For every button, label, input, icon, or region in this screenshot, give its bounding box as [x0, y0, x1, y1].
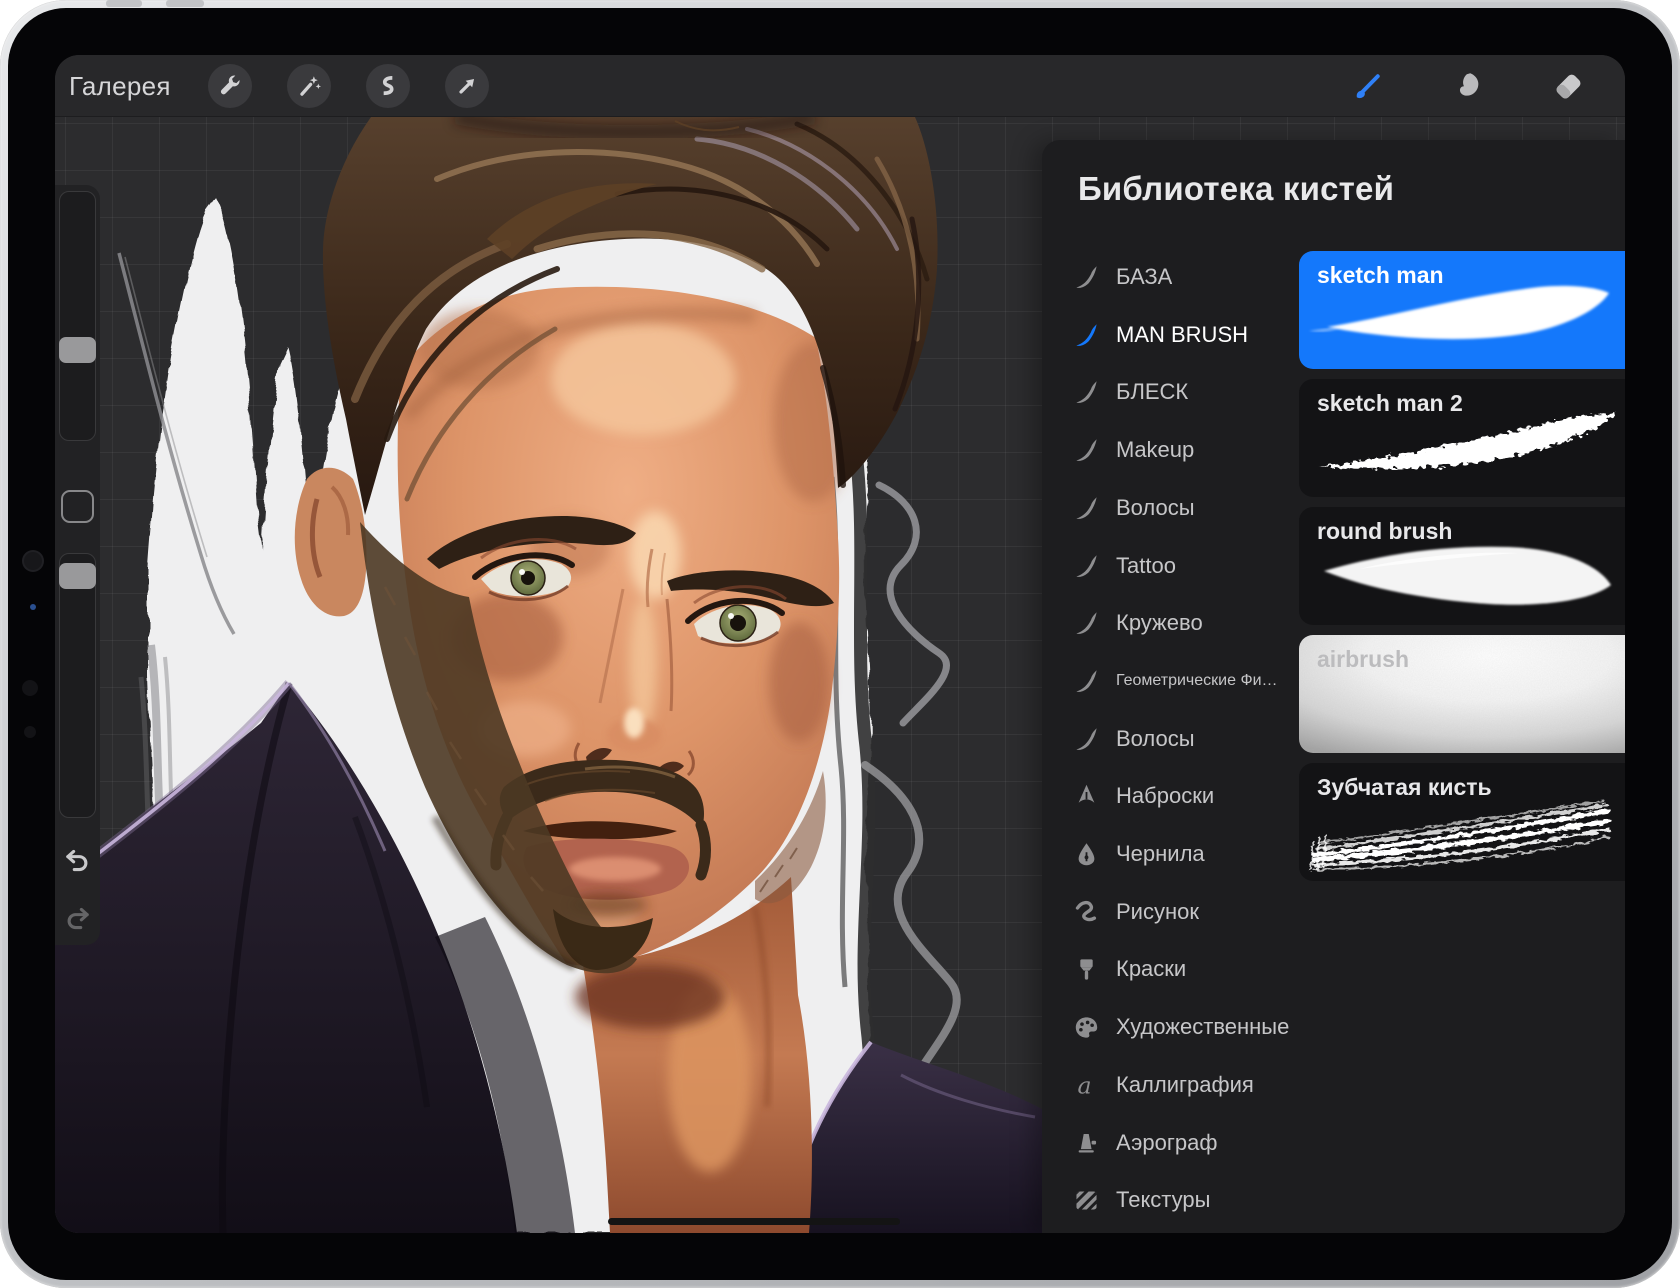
brush-tile-round-brush[interactable]: round brush [1299, 507, 1625, 625]
sensor-dot-1 [22, 680, 38, 696]
brush-set-kraski[interactable]: Краски [1042, 940, 1294, 998]
brush-size-slider-handle[interactable] [59, 337, 96, 363]
undo-button[interactable] [62, 845, 93, 876]
eraser-icon [1556, 74, 1581, 99]
svg-text:a: a [1078, 1072, 1092, 1099]
panel-title: Библиотека кистей [1078, 170, 1395, 207]
redo-button[interactable] [62, 903, 93, 934]
brush-tile-zubchataya[interactable]: Зубчатая кисть [1299, 763, 1625, 881]
smudge-finger-icon [1459, 73, 1479, 96]
volume-button-2 [166, 0, 204, 7]
brush-opacity-slider[interactable] [59, 553, 96, 818]
ipad-device-frame: Библиотека кистей БАЗА MAN BRUSH БЛЕСК M… [0, 0, 1680, 1288]
calligraphy-a-icon: a [1078, 1072, 1092, 1099]
swoosh-icon [1076, 265, 1097, 288]
magic-wand-icon [300, 76, 321, 96]
front-camera [24, 552, 42, 570]
gallery-button[interactable]: Галерея [69, 71, 171, 102]
brush-tile-sketch-man-2[interactable]: sketch man 2 [1299, 379, 1625, 497]
ink-nib-icon [1078, 842, 1095, 865]
brush-opacity-slider-handle[interactable] [59, 563, 96, 589]
adjustments-button[interactable] [286, 64, 331, 108]
brush-set-blesk[interactable]: БЛЕСК [1042, 363, 1294, 421]
smudge-tool[interactable] [1449, 67, 1487, 105]
brush-tile-sketch-man[interactable]: sketch man [1299, 251, 1625, 369]
brush-set-geometricheskie[interactable]: Геометрические Фи… [1042, 652, 1294, 710]
texture-icon [1076, 1191, 1097, 1209]
brush-set-man-brush[interactable]: MAN BRUSH [1042, 306, 1294, 364]
wrench-icon [220, 75, 240, 95]
sensor-dot-2 [24, 726, 36, 738]
flat-brush-icon [1080, 958, 1093, 980]
brush-set-chernila[interactable]: Чернила [1042, 825, 1294, 883]
swoosh-icon [1076, 438, 1097, 461]
sensor-dot-blue [30, 604, 36, 610]
brush-sidebar [55, 185, 100, 945]
brush-set-risunok[interactable]: Рисунок [1042, 883, 1294, 941]
brush-set-nabroski[interactable]: Наброски [1042, 767, 1294, 825]
brush-set-kruzhevo[interactable]: Кружево [1042, 594, 1294, 652]
paint-brush-icon [1356, 74, 1380, 99]
brush-set-khudozhestvennye[interactable]: Художественные [1042, 998, 1294, 1056]
scribble-icon [1075, 900, 1097, 921]
brush-name: Зубчатая кисть [1317, 774, 1492, 800]
paint-brush-tool[interactable] [1349, 67, 1387, 105]
swoosh-icon [1076, 496, 1097, 519]
home-indicator[interactable] [608, 1218, 900, 1225]
top-toolbar: Галерея [55, 55, 1625, 117]
modify-button[interactable] [61, 490, 94, 523]
transform-button[interactable] [444, 64, 489, 108]
swoosh-icon [1076, 727, 1097, 750]
brush-name: sketch man [1317, 262, 1444, 288]
brush-tile-airbrush[interactable]: airbrush [1299, 635, 1625, 753]
swoosh-icon [1076, 554, 1097, 577]
transform-arrow-icon [459, 78, 474, 94]
brush-name: sketch man 2 [1317, 390, 1463, 416]
volume-button-1 [106, 0, 142, 7]
airbrush-icon [1078, 1133, 1097, 1152]
brush-name: round brush [1317, 518, 1453, 544]
pencil-icon [1078, 784, 1095, 803]
swoosh-icon [1076, 669, 1097, 692]
selection-s-icon [382, 76, 394, 96]
actions-button[interactable] [207, 64, 252, 108]
brush-set-tattoo[interactable]: Tattoo [1042, 537, 1294, 595]
swoosh-icon [1076, 323, 1097, 346]
brush-set-volosy[interactable]: Волосы [1042, 479, 1294, 537]
eraser-tool[interactable] [1549, 67, 1587, 105]
brush-set-baza[interactable]: БАЗА [1042, 248, 1294, 306]
brush-set-kalligrafiya[interactable]: a Каллиграфия [1042, 1056, 1294, 1114]
brush-set-tekstury[interactable]: Текстуры [1042, 1171, 1294, 1229]
brush-set-volosy-2[interactable]: Волосы [1042, 710, 1294, 768]
brush-set-aerograf[interactable]: Аэрограф [1042, 1114, 1294, 1172]
brush-size-slider[interactable] [59, 191, 96, 441]
brush-library-panel: Библиотека кистей БАЗА MAN BRUSH БЛЕСК M… [1042, 140, 1625, 1233]
palette-icon [1075, 1016, 1098, 1038]
device-bezel: Библиотека кистей БАЗА MAN BRUSH БЛЕСК M… [8, 8, 1672, 1280]
swoosh-icon [1076, 611, 1097, 634]
brush-name: airbrush [1317, 646, 1410, 672]
selection-button[interactable] [365, 64, 410, 108]
app-screen: Библиотека кистей БАЗА MAN BRUSH БЛЕСК M… [55, 55, 1625, 1233]
brush-set-makeup[interactable]: Makeup [1042, 421, 1294, 479]
swoosh-icon [1076, 380, 1097, 403]
